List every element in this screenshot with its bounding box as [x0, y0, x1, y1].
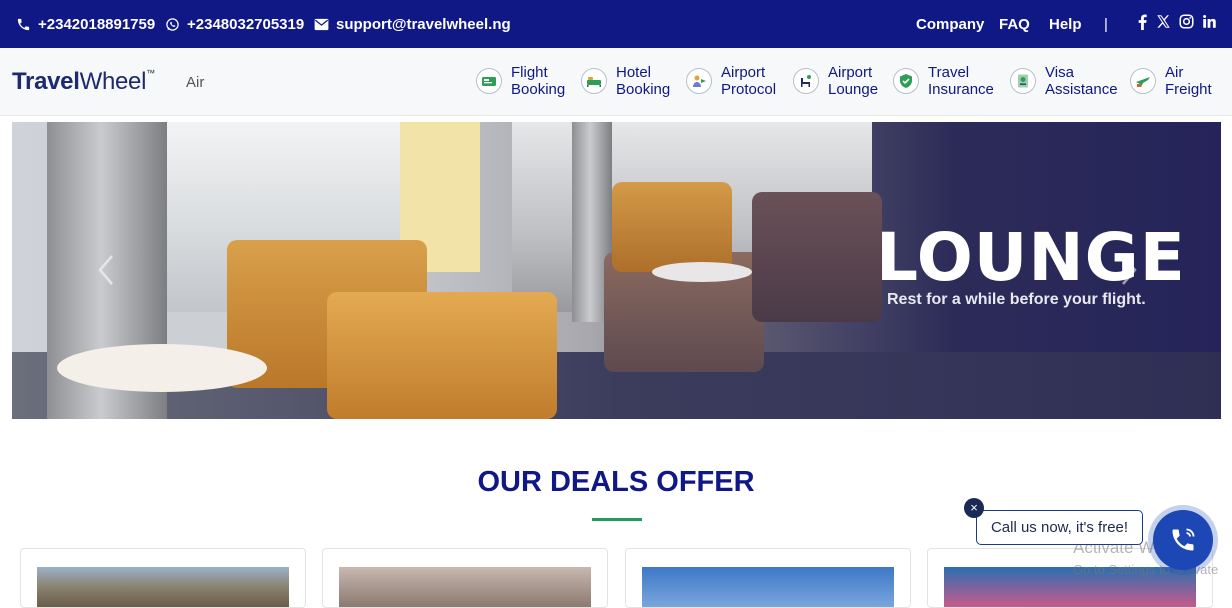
deals-title-underline — [592, 518, 642, 521]
whatsapp-contact[interactable]: +2348032705319 — [165, 0, 304, 48]
nav-airport-lounge-line1: Airport — [828, 64, 873, 81]
airport-protocol-icon — [686, 68, 712, 94]
nav-hotel-booking-line1: Hotel — [616, 64, 652, 81]
facebook-icon[interactable] — [1137, 14, 1148, 35]
deal-card-image — [37, 567, 289, 607]
hero-subtitle: Rest for a while before your flight. — [887, 291, 1146, 308]
phone-call-icon — [1172, 528, 1195, 551]
whatsapp-icon — [166, 17, 179, 31]
whatsapp-number: +2348032705319 — [187, 15, 305, 33]
nav-air-freight-line1: Air — [1165, 64, 1184, 81]
linkedin-icon[interactable] — [1202, 14, 1217, 34]
phone-number: +2342018891759 — [38, 15, 156, 33]
hero-armchair-5 — [752, 192, 882, 322]
airport-lounge-icon — [793, 68, 819, 94]
help-link[interactable]: Help — [1049, 16, 1082, 33]
nav-airport-protocol[interactable]: Airport Protocol — [686, 64, 776, 98]
hero-title: LOUNGE — [876, 219, 1186, 296]
nav-visa-assistance-line2: Assistance — [1045, 81, 1118, 98]
nav-airport-protocol-line2: Protocol — [721, 81, 777, 98]
email-contact[interactable]: support@travelwheel.ng — [314, 0, 511, 48]
topbar-divider: | — [1104, 15, 1108, 33]
nav-visa-assistance-line1: Visa — [1045, 64, 1074, 81]
deal-card[interactable] — [322, 548, 608, 608]
phone-icon — [17, 18, 30, 30]
deal-card-image — [642, 567, 894, 607]
x-twitter-icon[interactable] — [1156, 14, 1171, 34]
travel-insurance-icon — [893, 68, 919, 94]
nav-flight-booking-line2: Booking — [511, 81, 566, 98]
top-bar: +2342018891759 +2348032705319 support@tr… — [0, 0, 1232, 48]
hero-coffee-table — [652, 262, 752, 282]
travelwheel-logo[interactable]: TravelWheel™ — [12, 68, 155, 96]
nav-airport-lounge-line2: Lounge — [828, 81, 879, 98]
air-freight-icon — [1130, 68, 1156, 94]
hero-side-table — [57, 344, 267, 392]
flight-booking-icon — [476, 68, 502, 94]
close-icon[interactable]: × — [964, 498, 984, 518]
hotel-booking-icon — [581, 68, 607, 94]
company-link[interactable]: Company — [916, 16, 984, 33]
hero-armchair-4 — [612, 182, 732, 272]
visa-assistance-icon — [1010, 68, 1036, 94]
deals-section-title: OUR DEALS OFFER — [477, 466, 755, 498]
brand-air-tag: Air — [186, 74, 205, 91]
deal-card[interactable] — [625, 548, 911, 608]
nav-air-freight[interactable]: Air Freight — [1130, 64, 1212, 98]
instagram-icon[interactable] — [1179, 14, 1194, 34]
nav-flight-booking-line1: Flight — [511, 64, 548, 81]
nav-flight-booking[interactable]: Flight Booking — [476, 64, 565, 98]
hero-carousel[interactable]: LOUNGE Rest for a while before your flig… — [12, 122, 1221, 419]
nav-travel-insurance[interactable]: Travel Insurance — [893, 64, 994, 98]
phone-contact[interactable]: +2342018891759 — [16, 0, 155, 48]
call-button[interactable] — [1153, 510, 1213, 570]
main-navbar: TravelWheel™ Air Flight Booking Hotel Book… — [0, 48, 1232, 116]
nav-visa-assistance[interactable]: Visa Assistance — [1010, 64, 1118, 98]
nav-airport-protocol-line1: Airport — [721, 64, 766, 81]
deal-card-image — [339, 567, 591, 607]
deal-card[interactable] — [20, 548, 306, 608]
email-address: support@travelwheel.ng — [336, 15, 511, 33]
faq-link[interactable]: FAQ — [999, 16, 1030, 33]
nav-airport-lounge[interactable]: Airport Lounge — [793, 64, 878, 98]
nav-travel-insurance-line2: Insurance — [928, 81, 994, 98]
nav-air-freight-line2: Freight — [1165, 81, 1212, 98]
nav-hotel-booking-line2: Booking — [616, 81, 671, 98]
carousel-prev-arrow[interactable] — [94, 252, 118, 288]
hero-armchair-2 — [327, 292, 557, 419]
email-icon — [314, 18, 329, 30]
nav-hotel-booking[interactable]: Hotel Booking — [581, 64, 670, 98]
nav-travel-insurance-line1: Travel — [928, 64, 970, 81]
call-us-bubble[interactable]: Call us now, it's free! — [976, 510, 1143, 545]
